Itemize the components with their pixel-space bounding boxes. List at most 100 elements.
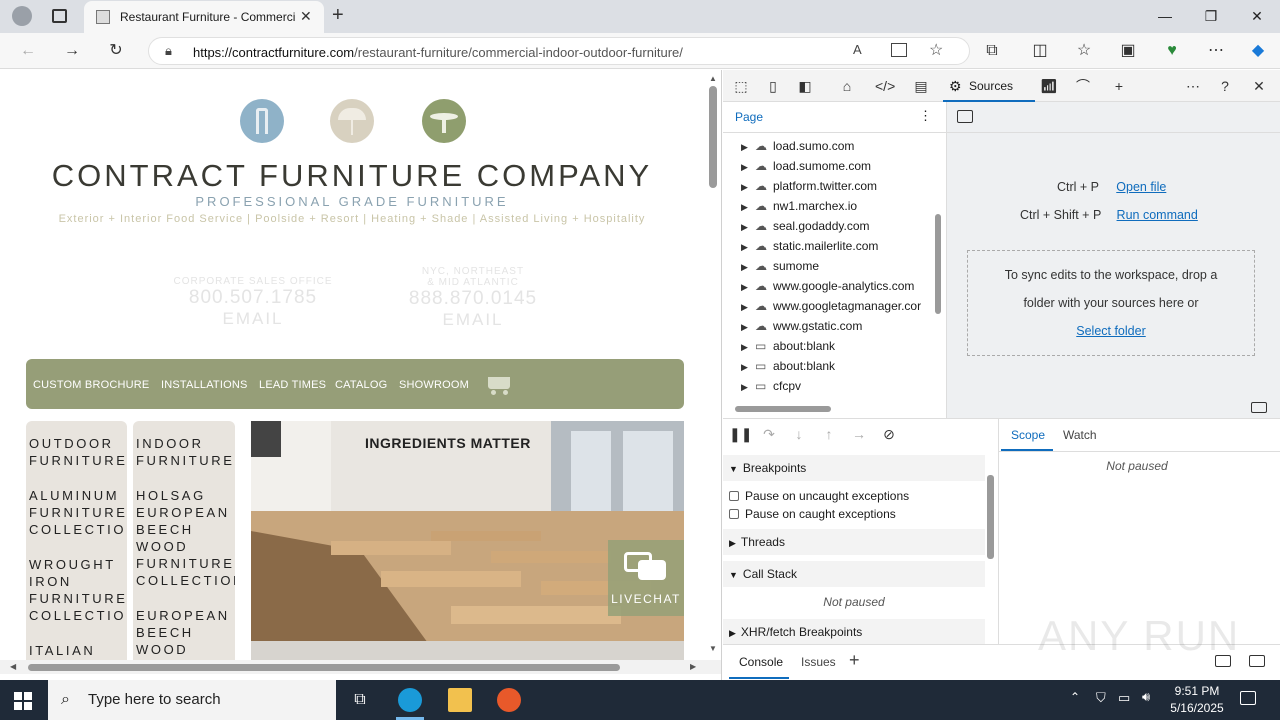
- checkbox-box[interactable]: [729, 491, 739, 501]
- page-horizontal-scrollbar[interactable]: ◀ ▶: [0, 660, 721, 674]
- more-tools-icon[interactable]: +: [1109, 77, 1129, 95]
- edge-icon[interactable]: [398, 688, 422, 712]
- tree-item[interactable]: ▶ ☁︎ load.sumome.com: [741, 156, 871, 176]
- step-over-icon[interactable]: ↷: [759, 425, 779, 443]
- italian-link[interactable]: ITALIAN: [29, 642, 124, 659]
- page-vertical-scrollbar[interactable]: ▲ ▼: [704, 70, 721, 660]
- close-devtools-icon[interactable]: ✕: [1249, 77, 1269, 95]
- workspace-dropzone[interactable]: To sync edits to the workspace, drop a f…: [967, 250, 1255, 356]
- page-horizontal-thumb[interactable]: [28, 664, 620, 671]
- minimize-icon[interactable]: —: [1142, 0, 1188, 33]
- navigator-menu-icon[interactable]: ⋮: [919, 108, 932, 124]
- scroll-right-icon[interactable]: ▶: [690, 662, 696, 671]
- step-into-icon[interactable]: ↓: [789, 425, 809, 443]
- devtools-menu-icon[interactable]: ⋯: [1183, 77, 1203, 95]
- corporate-phone[interactable]: 800.507.1785: [150, 287, 356, 309]
- tab-scope[interactable]: Scope: [1011, 428, 1045, 442]
- security-icon[interactable]: ⛉: [1096, 690, 1106, 706]
- copilot-icon[interactable]: ◆: [1246, 39, 1270, 63]
- tree-item[interactable]: ▶ ▭ about:blank: [741, 336, 835, 356]
- aluminum-collections-link[interactable]: ALUMINUM FURNITURE COLLECTIONS: [29, 487, 127, 538]
- profile-icon[interactable]: [12, 6, 32, 26]
- lock-icon[interactable]: 🔒︎: [165, 43, 172, 59]
- xhr-breakpoints-section[interactable]: ▶ XHR/fetch Breakpoints: [723, 619, 985, 645]
- tab-sources[interactable]: ⚙ Sources: [943, 70, 1035, 102]
- console-tool-icon[interactable]: ▤: [911, 77, 931, 95]
- tree-item[interactable]: ▶ ☁︎ nw1.marchex.io: [741, 196, 857, 216]
- menu-catalog[interactable]: CATALOG: [335, 379, 387, 391]
- umbrella-icon[interactable]: [330, 99, 374, 143]
- breakpoints-section[interactable]: ▼ Breakpoints: [723, 455, 985, 481]
- menu-installations[interactable]: INSTALLATIONS: [161, 379, 248, 391]
- performance-icon[interactable]: ♥: [1160, 39, 1184, 63]
- close-tab-icon[interactable]: ✕: [300, 8, 312, 25]
- tab-console[interactable]: Console: [739, 655, 783, 669]
- tree-item[interactable]: ▶ ▭ cfcpv: [741, 376, 801, 396]
- step-icon[interactable]: →: [849, 425, 869, 443]
- file-explorer-icon[interactable]: [448, 688, 472, 712]
- open-file-link[interactable]: Open file: [1116, 180, 1166, 194]
- livechat-button[interactable]: LIVECHAT: [608, 540, 684, 616]
- windows-start-icon[interactable]: [14, 692, 32, 710]
- corporate-email-link[interactable]: EMAIL: [150, 309, 356, 329]
- table-icon[interactable]: [422, 99, 466, 143]
- inspect-element-icon[interactable]: ⬚: [731, 77, 751, 95]
- tab-actions-icon[interactable]: [52, 9, 67, 23]
- pause-caught-checkbox[interactable]: Pause on caught exceptions: [729, 507, 896, 521]
- add-drawer-tab-icon[interactable]: +: [849, 650, 860, 671]
- performance-icon[interactable]: ⌒: [1073, 77, 1093, 95]
- dock-side-icon[interactable]: ◧: [795, 77, 815, 95]
- toggle-navigator-icon[interactable]: [957, 110, 973, 123]
- scroll-up-icon[interactable]: ▲: [709, 74, 717, 83]
- tab-page[interactable]: Page: [735, 110, 763, 124]
- chair-icon[interactable]: [240, 99, 284, 143]
- network-tray-icon[interactable]: ▭: [1118, 690, 1130, 706]
- scroll-left-icon[interactable]: ◀: [10, 662, 16, 671]
- elements-icon[interactable]: </>: [875, 77, 895, 95]
- taskbar-clock[interactable]: 9:51 PM 5/16/2025: [1162, 683, 1232, 717]
- tab-watch[interactable]: Watch: [1063, 428, 1097, 442]
- nyc-email-link[interactable]: EMAIL: [380, 310, 566, 330]
- european-beech-link[interactable]: EUROPEAN BEECH WOOD: [136, 607, 232, 658]
- notifications-icon[interactable]: [1240, 691, 1256, 705]
- forward-icon[interactable]: →: [60, 39, 84, 63]
- tree-item[interactable]: ▶ ▭ about:blank: [741, 356, 835, 376]
- step-out-icon[interactable]: ↑: [819, 425, 839, 443]
- cart-icon[interactable]: [484, 375, 512, 395]
- tree-item[interactable]: ▶ ☁︎ seal.godaddy.com: [741, 216, 870, 236]
- navigator-vertical-thumb[interactable]: [935, 214, 941, 314]
- debugger-scrollbar-thumb[interactable]: [987, 475, 994, 559]
- tab-issues[interactable]: Issues: [801, 655, 836, 669]
- refresh-icon[interactable]: ↻: [104, 39, 128, 63]
- deactivate-breakpoints-icon[interactable]: ⊘: [879, 425, 899, 443]
- restore-icon[interactable]: ❐: [1188, 0, 1234, 33]
- scroll-down-icon[interactable]: ▼: [709, 644, 717, 653]
- menu-showroom[interactable]: SHOWROOM: [399, 379, 469, 391]
- menu-custom-brochure[interactable]: CUSTOM BROCHURE: [33, 379, 149, 391]
- page-vertical-thumb[interactable]: [709, 86, 717, 188]
- tree-item[interactable]: ▶ ☁︎ static.mailerlite.com: [741, 236, 878, 256]
- outdoor-furniture-link[interactable]: OUTDOOR FURNITURE: [29, 435, 125, 469]
- call-stack-section[interactable]: ▼ Call Stack: [723, 561, 985, 587]
- favorites-icon[interactable]: ☆: [1072, 39, 1096, 63]
- tree-item[interactable]: ▶ ☁︎ platform.twitter.com: [741, 176, 877, 196]
- dock-drawer-icon[interactable]: [1249, 655, 1265, 667]
- tree-item[interactable]: ▶ ☁︎ www.gstatic.com: [741, 316, 862, 336]
- threads-section[interactable]: ▶ Threads: [723, 529, 985, 555]
- browser-tab[interactable]: Restaurant Furniture - Commercial ✕: [84, 1, 324, 33]
- nyc-phone[interactable]: 888.870.0145: [380, 288, 566, 310]
- firefox-icon[interactable]: [497, 688, 521, 712]
- tree-item[interactable]: ▶ ☁︎ www.googletagmanager.cor: [741, 296, 921, 316]
- task-view-icon[interactable]: ⧉: [348, 688, 372, 712]
- help-icon[interactable]: ?: [1215, 77, 1235, 95]
- new-tab-icon[interactable]: +: [332, 4, 344, 27]
- collections-icon[interactable]: ▣: [1116, 39, 1140, 63]
- tray-overflow-icon[interactable]: ⌃: [1070, 690, 1080, 704]
- extensions-icon[interactable]: ⧉: [980, 39, 1004, 63]
- close-window-icon[interactable]: ✕: [1234, 0, 1280, 33]
- run-command-link[interactable]: Run command: [1117, 208, 1198, 222]
- back-icon[interactable]: ←: [16, 39, 40, 63]
- favorite-star-icon[interactable]: ☆: [929, 40, 943, 60]
- checkbox-box[interactable]: [729, 509, 739, 519]
- address-bar[interactable]: 🔒︎ https://contractfurniture.com/restaur…: [148, 37, 970, 65]
